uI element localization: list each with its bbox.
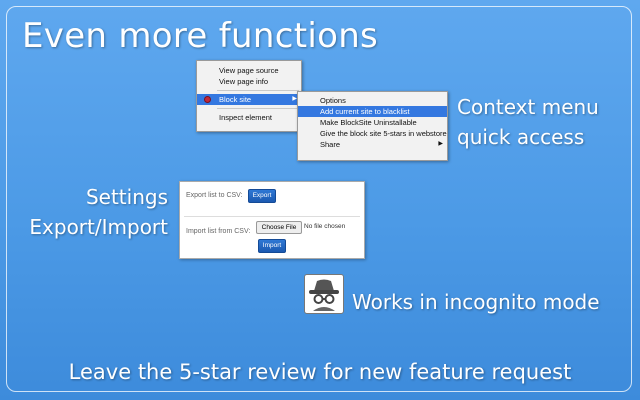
settings-caption: Settings Export/Import bbox=[29, 182, 168, 242]
context-menu-caption: Context menu quick access bbox=[457, 92, 599, 152]
caption-line: Settings bbox=[85, 185, 168, 209]
submenu-arrow-icon: ▶ bbox=[438, 141, 443, 147]
menu-item-view-info[interactable]: View page info bbox=[197, 76, 301, 87]
settings-panel: Export list to CSV: Export Import list f… bbox=[179, 181, 365, 259]
submenu-item-share-label: Share bbox=[320, 140, 341, 149]
submenu-item-add-current[interactable]: Add current site to blacklist bbox=[298, 106, 447, 117]
submenu-item-give-stars[interactable]: Give the block site 5-stars in webstore bbox=[298, 128, 447, 139]
menu-separator bbox=[217, 108, 299, 109]
export-button[interactable]: Export bbox=[248, 189, 276, 203]
caption-line: Context menu bbox=[457, 95, 599, 119]
menu-item-inspect[interactable]: Inspect element bbox=[197, 112, 301, 123]
submenu-item-options[interactable]: Options bbox=[298, 95, 447, 106]
menu-item-view-source[interactable]: View page source bbox=[197, 65, 301, 76]
submenu-item-uninstallable[interactable]: Make BlockSite Uninstallable bbox=[298, 117, 447, 128]
block-site-icon bbox=[204, 96, 211, 103]
caption-line: quick access bbox=[457, 125, 585, 149]
divider bbox=[184, 216, 360, 217]
submenu-item-share[interactable]: Share ▶ bbox=[298, 139, 447, 150]
menu-item-block-site-label: Block site bbox=[219, 95, 252, 104]
page-title: Even more functions bbox=[22, 16, 379, 56]
incognito-caption: Works in incognito mode bbox=[352, 290, 600, 314]
block-site-submenu: Options Add current site to blacklist Ma… bbox=[297, 91, 448, 161]
import-button[interactable]: Import bbox=[258, 239, 286, 253]
incognito-icon bbox=[304, 274, 344, 314]
footer-text: Leave the 5-star review for new feature … bbox=[68, 360, 572, 384]
no-file-status: No file chosen bbox=[304, 223, 346, 230]
menu-item-block-site[interactable]: Block site ▶ bbox=[197, 94, 301, 105]
import-label: Import list from CSV: bbox=[186, 228, 251, 235]
menu-separator bbox=[217, 90, 299, 91]
choose-file-button[interactable]: Choose File bbox=[256, 221, 302, 234]
context-menu: View page source View page info Block si… bbox=[196, 60, 302, 132]
export-label: Export list to CSV: bbox=[186, 192, 243, 199]
caption-line: Export/Import bbox=[29, 215, 168, 239]
